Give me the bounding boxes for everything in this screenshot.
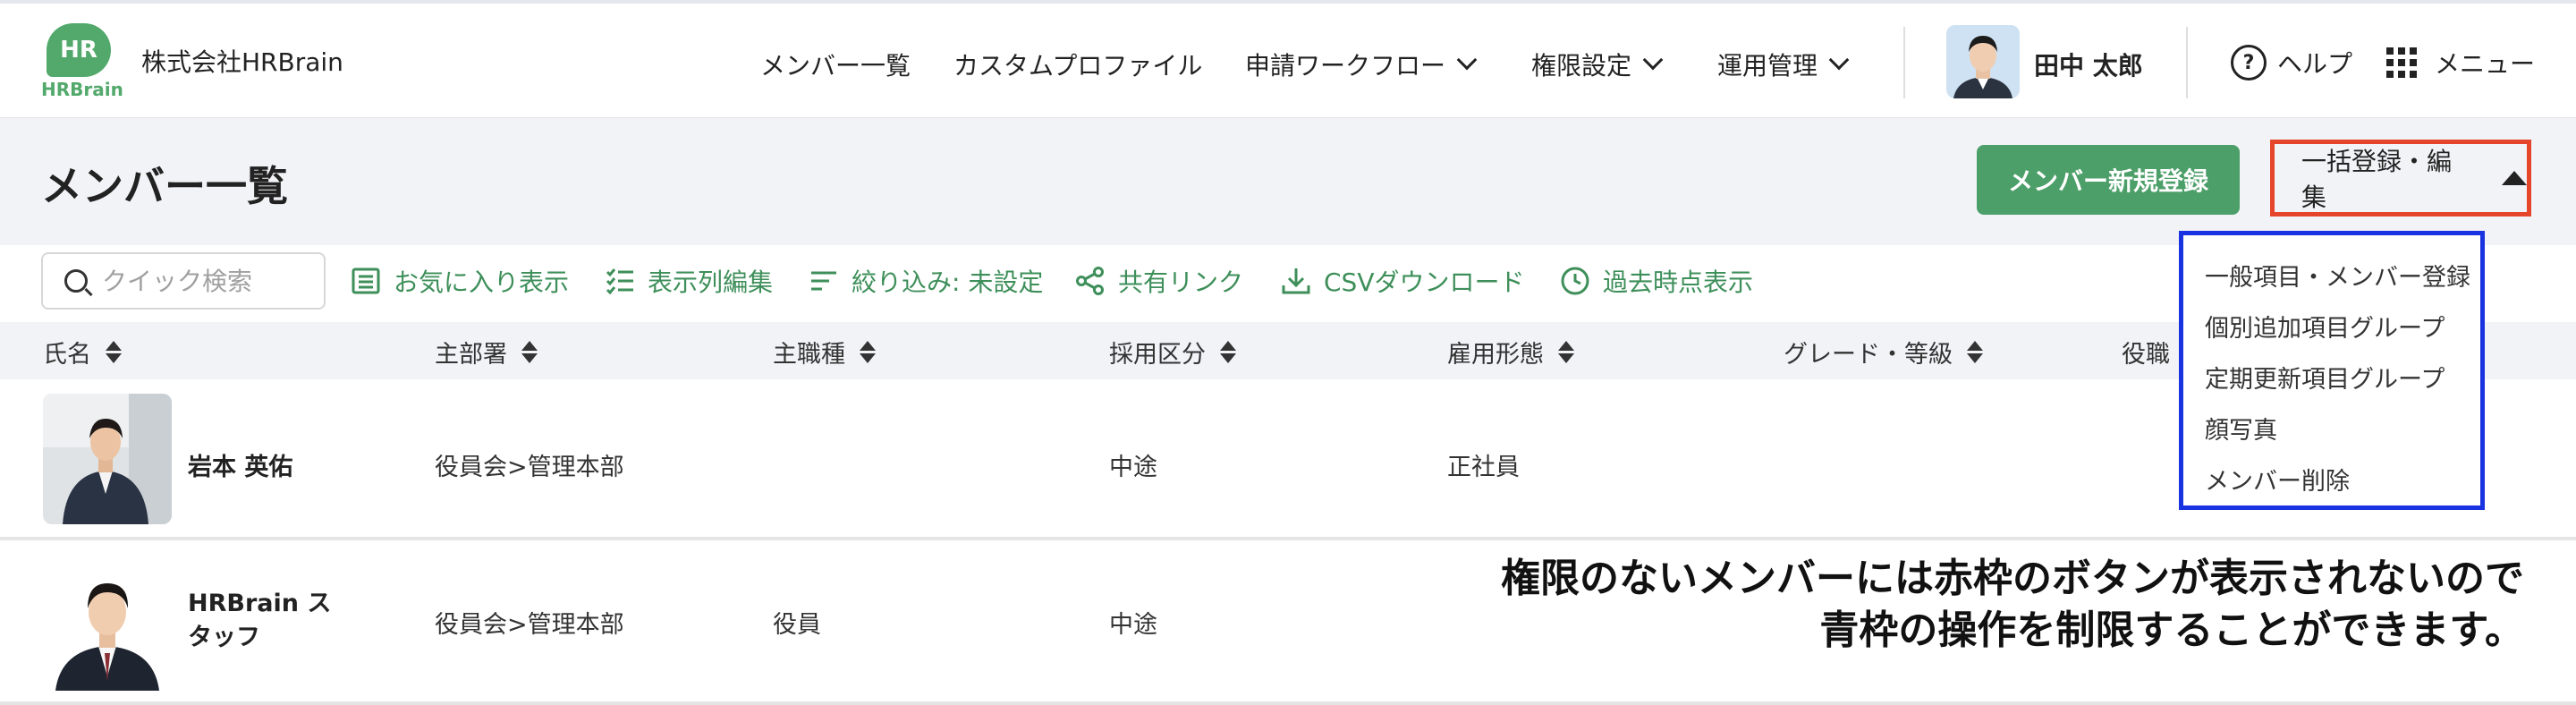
nav-custom-profile[interactable]: カスタムプロファイル <box>953 47 1202 82</box>
column-header-grade[interactable]: グレード・等級 <box>1784 335 1983 369</box>
logo-mark: HR <box>47 23 111 77</box>
nav-divider <box>2186 27 2188 98</box>
sort-icon <box>1967 341 1983 363</box>
column-header-job[interactable]: 主職種 <box>773 335 876 369</box>
page-title: メンバー一覧 <box>41 162 288 210</box>
logo-text: HRBrain <box>41 79 123 100</box>
column-header-name[interactable]: 氏名 <box>43 335 122 369</box>
member-employment-type: 正社員 <box>1447 454 1520 481</box>
column-header-position[interactable]: 役職 <box>2122 335 2170 369</box>
menu-item-face-photo[interactable]: 顔写真 <box>2183 403 2480 454</box>
csv-download-label: CSVダウンロード <box>1324 268 1525 297</box>
annotation-line: 青枠の操作を制限することができます。 <box>1819 607 2524 653</box>
nav-operations[interactable]: 運用管理 <box>1717 47 1850 82</box>
bulk-edit-dropdown-menu: 一般項目・メンバー登録 個別追加項目グループ 定期更新項目グループ 顔写真 メン… <box>2179 231 2485 510</box>
help-label: ヘルプ <box>2277 49 2353 79</box>
caret-up-icon <box>2502 171 2527 185</box>
top-navigation-bar: HR HRBrain 株式会社HRBrain メンバー一覧 カスタムプロファイル… <box>0 0 2576 118</box>
list-icon <box>351 266 381 296</box>
filter-label: 絞り込み: 未設定 <box>852 268 1044 297</box>
menu-item-periodic-group[interactable]: 定期更新項目グループ <box>2183 352 2480 403</box>
favorites-view-label: お気に入り表示 <box>394 268 570 297</box>
nav-operations-label: 運用管理 <box>1717 51 1818 81</box>
search-icon <box>64 269 88 293</box>
edit-columns-button[interactable]: 表示列編集 <box>605 263 773 299</box>
user-name[interactable]: 田中 太郎 <box>2034 47 2143 82</box>
clock-icon <box>1560 266 1590 296</box>
quick-search[interactable] <box>41 252 326 310</box>
bulk-register-edit-label: 一括登録・編集 <box>2301 147 2453 212</box>
column-header-department[interactable]: 主部署 <box>435 335 538 369</box>
member-name-line: タッフ <box>188 624 260 651</box>
filter-icon <box>809 266 839 296</box>
nav-workflow-label: 申請ワークフロー <box>1245 51 1446 81</box>
nav-workflow[interactable]: 申請ワークフロー <box>1245 47 1478 82</box>
chevron-down-icon <box>1642 49 1664 71</box>
chevron-down-icon <box>1828 49 1850 71</box>
column-header-label: グレード・等級 <box>1784 341 1953 369</box>
member-photo <box>43 394 172 524</box>
column-header-label: 主部署 <box>435 341 507 369</box>
member-hiring-type: 中途 <box>1109 454 1157 481</box>
member-name[interactable]: 岩本 英佑 <box>188 447 292 482</box>
hrbrain-logo[interactable]: HR HRBrain <box>41 21 123 102</box>
new-member-button[interactable]: メンバー新規登録 <box>1977 145 2240 215</box>
company-name: 株式会社HRBrain <box>141 47 343 77</box>
grid-menu-icon <box>2386 47 2417 78</box>
quick-search-input[interactable] <box>102 266 308 296</box>
column-header-label: 氏名 <box>43 341 91 369</box>
nav-member-list[interactable]: メンバー一覧 <box>760 47 911 82</box>
menu-item-individual-group[interactable]: 個別追加項目グループ <box>2183 301 2480 352</box>
chevron-down-icon <box>1456 49 1478 71</box>
member-job: 役員 <box>773 611 821 639</box>
member-name[interactable]: HRBrain ス タッフ <box>188 587 331 655</box>
user-avatar[interactable] <box>1946 25 2020 98</box>
annotation-text: 権限のないメンバーには赤枠のボタンが表示されないので 青枠の操作を制限することが… <box>1501 553 2524 657</box>
column-header-label: 役職 <box>2122 341 2170 369</box>
column-header-label: 採用区分 <box>1109 341 1206 369</box>
column-header-label: 主職種 <box>773 341 845 369</box>
checklist-icon <box>605 266 635 296</box>
page-header: メンバー一覧 メンバー新規登録 一括登録・編集 <box>0 118 2576 245</box>
member-department: 役員会>管理本部 <box>435 611 624 639</box>
share-icon <box>1075 266 1106 296</box>
nav-permissions[interactable]: 権限設定 <box>1531 47 1664 82</box>
filter-button[interactable]: 絞り込み: 未設定 <box>809 263 1043 299</box>
member-photo <box>43 560 172 691</box>
menu-item-general-register[interactable]: 一般項目・メンバー登録 <box>2183 250 2480 301</box>
nav-divider <box>1903 27 1905 98</box>
edit-columns-label: 表示列編集 <box>648 268 774 297</box>
member-department: 役員会>管理本部 <box>435 454 624 481</box>
past-view-label: 過去時点表示 <box>1603 268 1754 297</box>
share-link-label: 共有リンク <box>1118 268 1244 297</box>
menu-label: メニュー <box>2435 49 2536 79</box>
nav-permissions-label: 権限設定 <box>1531 51 1632 81</box>
column-header-employment[interactable]: 雇用形態 <box>1447 335 1574 369</box>
csv-download-button[interactable]: CSVダウンロード <box>1281 263 1524 299</box>
sort-icon <box>521 341 538 363</box>
member-name-line: HRBrain ス <box>188 590 332 617</box>
sort-icon <box>106 341 122 363</box>
app-menu-button[interactable]: メニュー <box>2386 45 2535 81</box>
sort-icon <box>860 341 876 363</box>
favorites-view-button[interactable]: お気に入り表示 <box>351 263 569 299</box>
past-view-button[interactable]: 過去時点表示 <box>1560 263 1753 299</box>
member-hiring-type: 中途 <box>1109 611 1157 639</box>
help-icon: ? <box>2231 45 2267 81</box>
bulk-register-edit-button[interactable]: 一括登録・編集 <box>2270 140 2531 217</box>
nav-member-list-label: メンバー一覧 <box>760 51 911 81</box>
menu-item-delete-member[interactable]: メンバー削除 <box>2183 454 2480 505</box>
download-icon <box>1281 266 1311 296</box>
sort-icon <box>1220 341 1236 363</box>
column-header-label: 雇用形態 <box>1447 341 1544 369</box>
share-link-button[interactable]: 共有リンク <box>1075 263 1243 299</box>
annotation-line: 権限のないメンバーには赤枠のボタンが表示されないので <box>1501 556 2524 601</box>
help-link[interactable]: ? ヘルプ <box>2231 45 2352 81</box>
column-header-hiring[interactable]: 採用区分 <box>1109 335 1236 369</box>
nav-custom-profile-label: カスタムプロファイル <box>953 51 1203 81</box>
sort-icon <box>1558 341 1574 363</box>
